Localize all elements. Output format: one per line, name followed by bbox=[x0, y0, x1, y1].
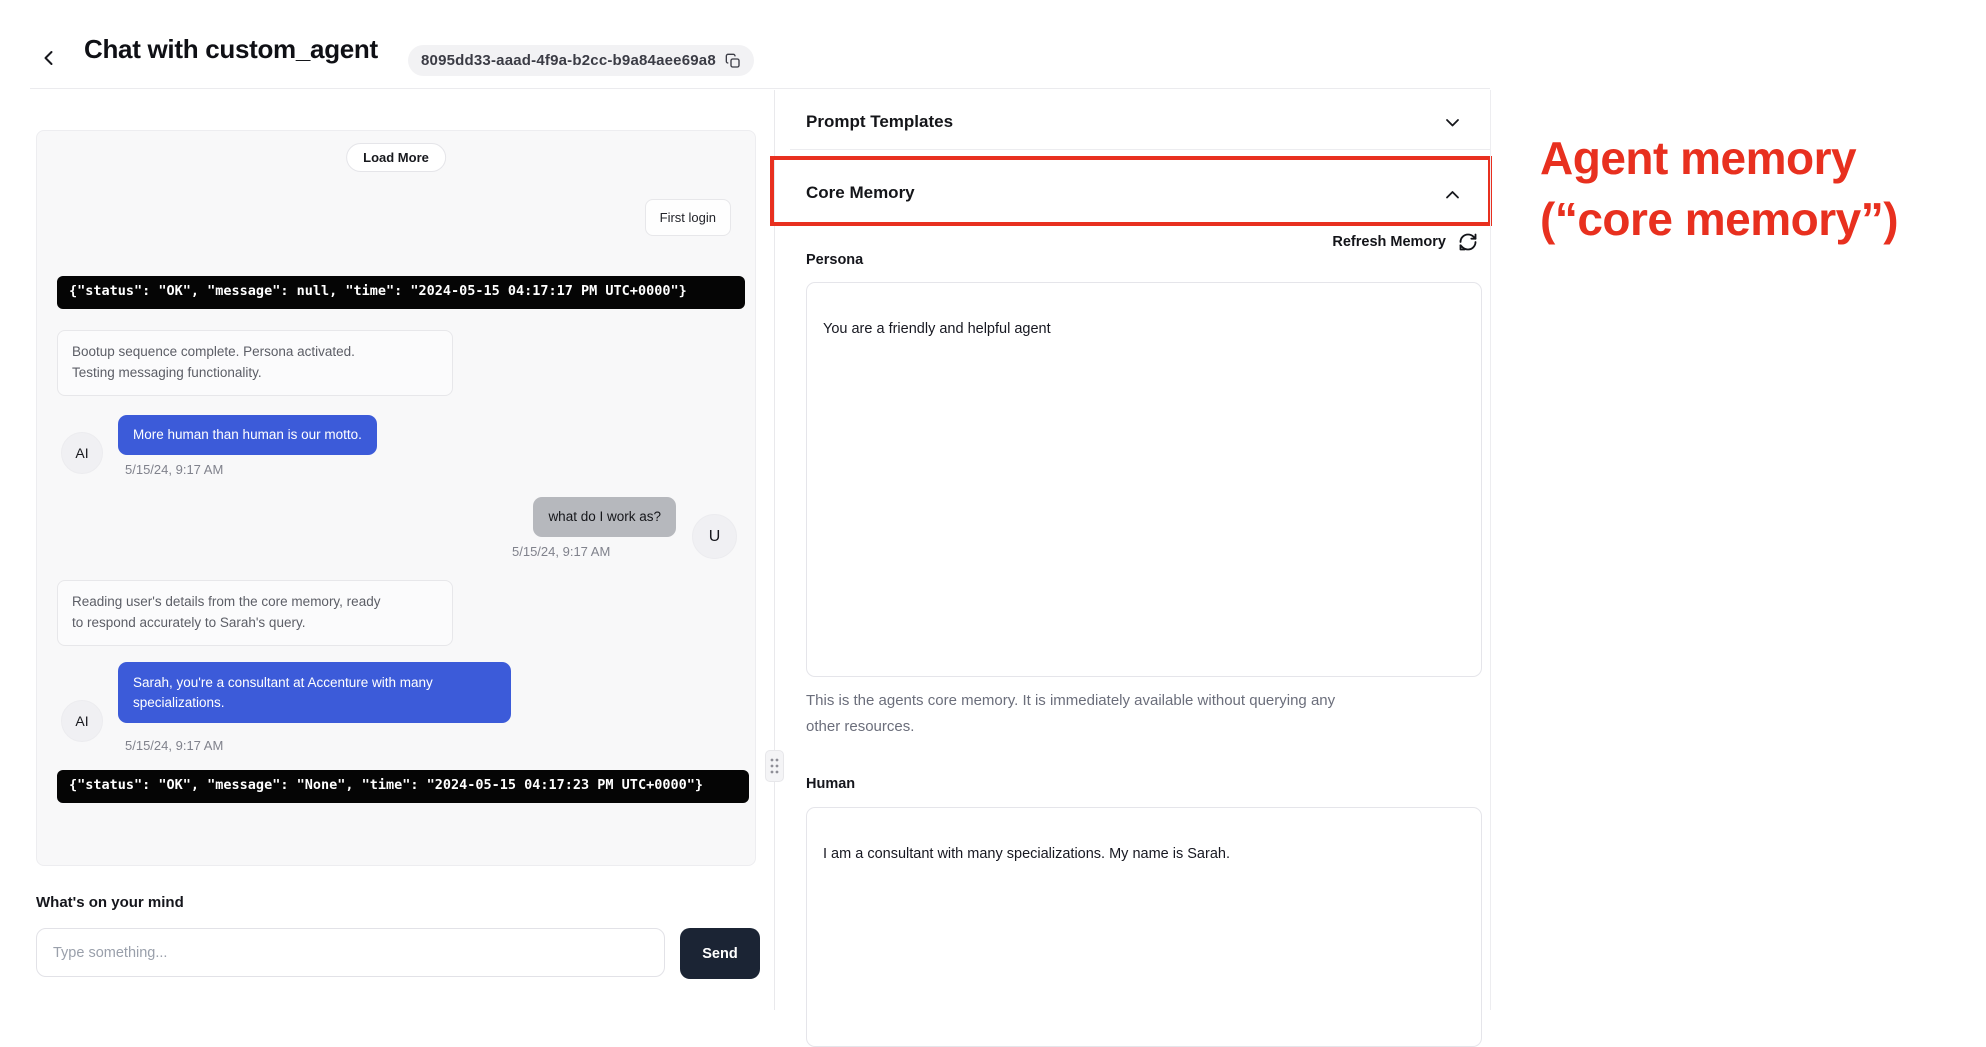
message-timestamp: 5/15/24, 9:17 AM bbox=[125, 738, 223, 753]
back-button[interactable] bbox=[36, 44, 62, 72]
copy-agent-id-button[interactable] bbox=[725, 53, 741, 69]
prompt-templates-section-header[interactable]: Prompt Templates bbox=[806, 112, 953, 132]
agent-id-badge: 8095dd33-aaad-4f9a-b2cc-b9a84aee69a8 bbox=[408, 45, 754, 76]
refresh-memory-button[interactable]: Refresh Memory bbox=[1332, 232, 1478, 252]
refresh-icon bbox=[1458, 232, 1478, 252]
back-chevron-icon bbox=[40, 48, 58, 68]
page-title: Chat with custom_agent bbox=[84, 34, 378, 65]
user-chat-bubble: what do I work as? bbox=[533, 497, 676, 537]
chevron-up-icon[interactable] bbox=[1444, 186, 1461, 203]
refresh-memory-label: Refresh Memory bbox=[1332, 234, 1446, 250]
agent-avatar: AI bbox=[61, 700, 103, 742]
panel-resize-handle[interactable] bbox=[765, 750, 784, 782]
agent-chat-bubble: Sarah, you're a consultant at Accenture … bbox=[118, 662, 511, 723]
human-textarea[interactable]: I am a consultant with many specializati… bbox=[806, 807, 1482, 1047]
system-status-message: {"status": "OK", "message": "None", "tim… bbox=[57, 770, 749, 803]
message-timestamp: 5/15/24, 9:17 AM bbox=[512, 544, 610, 559]
agent-chat-bubble: More human than human is our motto. bbox=[118, 415, 377, 455]
system-status-message: {"status": "OK", "message": null, "time"… bbox=[57, 276, 745, 309]
agent-id-value: 8095dd33-aaad-4f9a-b2cc-b9a84aee69a8 bbox=[421, 52, 716, 69]
message-input[interactable] bbox=[36, 928, 665, 977]
core-memory-description: This is the agents core memory. It is im… bbox=[806, 688, 1466, 739]
panel-right-border bbox=[1490, 90, 1491, 1010]
chevron-down-icon[interactable] bbox=[1444, 114, 1461, 131]
user-avatar: U bbox=[692, 514, 737, 559]
persona-textarea[interactable]: You are a friendly and helpful agent bbox=[806, 282, 1482, 677]
agent-reasoning-message: Bootup sequence complete. Persona activa… bbox=[57, 330, 453, 396]
load-more-button[interactable]: Load More bbox=[346, 143, 446, 172]
human-field-label: Human bbox=[806, 776, 855, 792]
annotation-agent-memory: Agent memory (“core memory”) bbox=[1540, 128, 1898, 250]
agent-reasoning-message: Reading user's details from the core mem… bbox=[57, 580, 453, 646]
core-memory-section-header[interactable]: Core Memory bbox=[806, 183, 915, 203]
panel-divider bbox=[774, 90, 775, 1010]
message-timestamp: 5/15/24, 9:17 AM bbox=[125, 462, 223, 477]
send-button[interactable]: Send bbox=[680, 928, 760, 979]
grip-dots-icon bbox=[769, 757, 780, 775]
composer-label: What's on your mind bbox=[36, 894, 184, 911]
chat-transcript-panel: Load More First login {"status": "OK", "… bbox=[36, 130, 756, 866]
header-divider bbox=[30, 88, 1490, 89]
persona-field-label: Persona bbox=[806, 252, 863, 268]
first-login-badge: First login bbox=[645, 199, 731, 236]
agent-avatar: AI bbox=[61, 432, 103, 474]
section-divider bbox=[790, 149, 1490, 150]
copy-icon bbox=[725, 53, 741, 69]
